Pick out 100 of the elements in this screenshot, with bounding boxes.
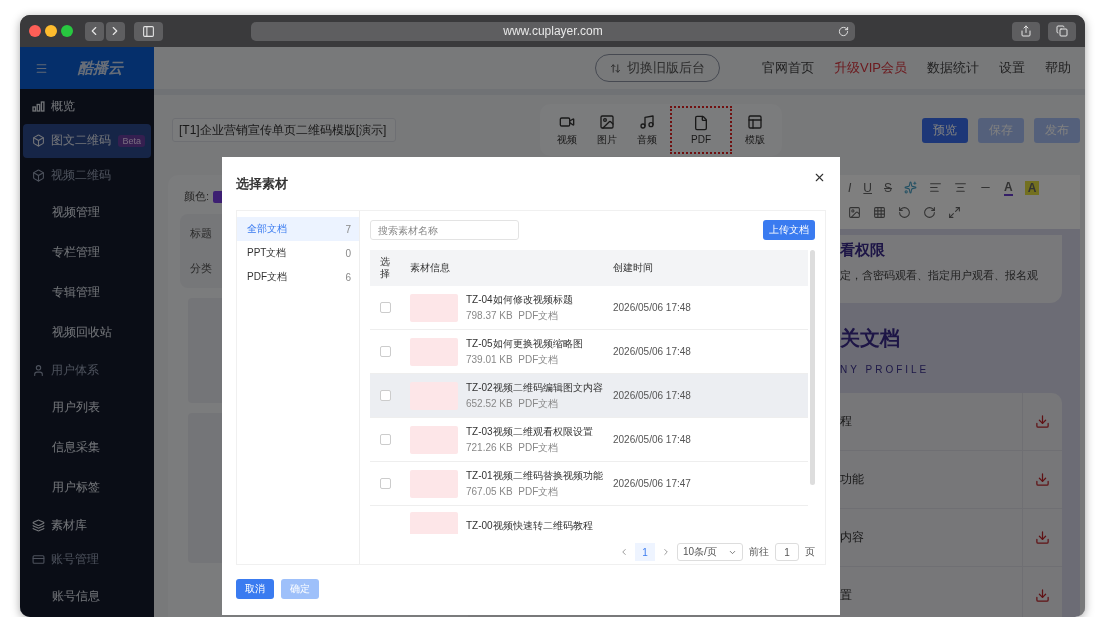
upload-button[interactable]: 上传文档 <box>763 220 815 240</box>
category-item[interactable]: PPT文档 0 <box>237 241 359 265</box>
goto-label: 前往 <box>749 545 769 559</box>
sidebar-toggle-button[interactable] <box>133 21 163 41</box>
row-checkbox[interactable] <box>380 346 391 357</box>
material-row[interactable]: TZ-02视频二维码编辑图文内容 652.52 KB PDF文档 2026/05/06 17:48 <box>370 374 808 418</box>
sidebar-subitem[interactable]: 信息采集 <box>20 427 154 468</box>
row-checkbox[interactable] <box>380 390 391 401</box>
dialog-button[interactable]: 取消 <box>236 579 274 599</box>
doc-name: 程 <box>840 413 852 430</box>
zoom-window-button[interactable] <box>60 25 73 37</box>
page-number[interactable]: 1 <box>635 543 655 561</box>
section-text: 定，含密码观看、指定用户观看、报名观 <box>840 268 1039 283</box>
category-count: 7 <box>345 223 351 235</box>
strikethrough-button[interactable]: S <box>884 180 893 195</box>
material-title: TZ-01视频二维码替换视频功能 <box>466 468 603 483</box>
sidebar-subitem[interactable]: 视频回收站 <box>20 312 154 354</box>
layers-icon <box>32 518 45 532</box>
undo-icon[interactable] <box>898 206 911 219</box>
tabs-icon[interactable] <box>1056 25 1068 37</box>
sidebar-item[interactable]: 图文二维码 Beta <box>23 123 151 158</box>
title-field[interactable]: [T1]企业营销宣传单页二维码模版[演示] <box>172 118 396 142</box>
action-button[interactable]: 预览 <box>922 117 968 143</box>
header-link[interactable]: 官网首页 <box>762 59 815 77</box>
italic-button[interactable]: I <box>848 180 852 195</box>
thumbnail <box>410 293 458 322</box>
sidebar-subitem[interactable]: 专栏管理 <box>20 232 154 273</box>
insert-tool-button[interactable]: 模版 <box>740 108 770 152</box>
insert-tool-button[interactable]: 视频 <box>552 108 582 152</box>
insert-tool-button[interactable]: 音频 <box>632 108 662 152</box>
page-size-select[interactable]: 10条/页 <box>677 543 743 561</box>
download-icon[interactable] <box>1035 472 1050 487</box>
search-field[interactable]: 搜索素材名称 <box>370 220 519 240</box>
align-center-icon[interactable] <box>954 181 968 194</box>
created-time: 2026/05/06 17:48 <box>613 302 691 313</box>
share-button[interactable] <box>1012 21 1041 41</box>
tabs-button[interactable] <box>1048 21 1076 41</box>
header-link[interactable]: 设置 <box>999 59 1025 77</box>
menu-icon[interactable] <box>35 61 48 75</box>
next-page-icon[interactable] <box>661 547 671 557</box>
header-link[interactable]: 升级VIP会员 <box>834 59 907 77</box>
highlight-color-button[interactable]: A <box>1024 180 1040 195</box>
table-icon[interactable] <box>873 206 886 219</box>
sidebar-item[interactable]: 概览 <box>20 89 154 124</box>
close-icon[interactable] <box>813 171 826 184</box>
row-checkbox[interactable] <box>380 434 391 445</box>
thumbnail <box>410 337 458 366</box>
category-count: 0 <box>345 247 351 259</box>
material-meta: 652.52 KB PDF文档 <box>466 396 559 411</box>
column-header: 选择 <box>380 256 391 280</box>
sidebar-item[interactable]: 素材库 <box>20 507 154 543</box>
share-icon[interactable] <box>1020 25 1033 37</box>
material-meta: 798.37 KB PDF文档 <box>466 308 559 323</box>
header-link[interactable]: 帮助 <box>1045 59 1071 77</box>
swap-icon[interactable] <box>610 62 622 74</box>
doc-name: 功能 <box>840 471 864 488</box>
insert-tool-button[interactable]: 图片 <box>592 108 622 152</box>
column-header: 素材信息 <box>410 261 450 275</box>
sidebar-item[interactable]: 用户体系 <box>20 353 154 388</box>
download-icon[interactable] <box>1035 530 1050 545</box>
material-title: TZ-04如何修改视频标题 <box>466 292 573 307</box>
material-meta: 721.26 KB PDF文档 <box>466 440 559 455</box>
insert-tool-button[interactable]: PDF <box>672 108 730 152</box>
sidebar-subitem[interactable]: 视频管理 <box>20 192 154 233</box>
sidebar-subitem[interactable]: 专辑管理 <box>20 272 154 313</box>
close-window-button[interactable] <box>29 25 41 37</box>
material-title: TZ-05如何更换视频缩略图 <box>466 336 583 351</box>
redo-icon[interactable] <box>923 206 936 219</box>
reload-icon[interactable] <box>838 25 850 37</box>
sidebar-item[interactable]: 账号管理 <box>20 542 154 577</box>
scrollbar[interactable] <box>810 250 815 485</box>
row-checkbox[interactable] <box>380 478 391 489</box>
category-item[interactable]: 全部文档 7 <box>237 217 359 241</box>
sidebar-subitem[interactable]: 用户标签 <box>20 467 154 508</box>
material-title: TZ-03视频二维观看权限设置 <box>466 424 593 439</box>
sidebar-icon[interactable] <box>141 24 155 38</box>
row-checkbox[interactable] <box>380 302 391 313</box>
sparkle-icon[interactable] <box>904 181 918 194</box>
sidebar-subitem[interactable]: 用户列表 <box>20 387 154 428</box>
sidebar-subitem[interactable]: 账号信息 <box>20 576 154 617</box>
download-icon[interactable] <box>1035 414 1050 429</box>
expand-icon[interactable] <box>948 206 961 219</box>
align-left-icon[interactable] <box>929 181 943 194</box>
created-time: 2026/05/06 17:48 <box>613 346 691 357</box>
field-label: 标题 <box>190 226 212 241</box>
previous-page-icon[interactable] <box>619 547 629 557</box>
image-icon[interactable] <box>848 206 861 219</box>
header-link[interactable]: 数据统计 <box>927 59 979 77</box>
bar-chart-icon <box>32 100 45 112</box>
music-note-icon <box>639 113 655 130</box>
goto-page-field[interactable]: 1 <box>775 543 799 561</box>
underline-button[interactable]: U <box>863 180 872 195</box>
font-color-button[interactable]: A <box>1004 179 1013 196</box>
cube-icon <box>32 168 45 182</box>
minimize-window-button[interactable] <box>45 25 57 37</box>
category-item[interactable]: PDF文档 6 <box>237 265 359 289</box>
download-icon[interactable] <box>1035 588 1050 603</box>
thumbnail <box>410 469 458 498</box>
address-bar[interactable]: www.cuplayer.com <box>250 21 856 41</box>
material-meta: 767.05 KB PDF文档 <box>466 484 559 499</box>
